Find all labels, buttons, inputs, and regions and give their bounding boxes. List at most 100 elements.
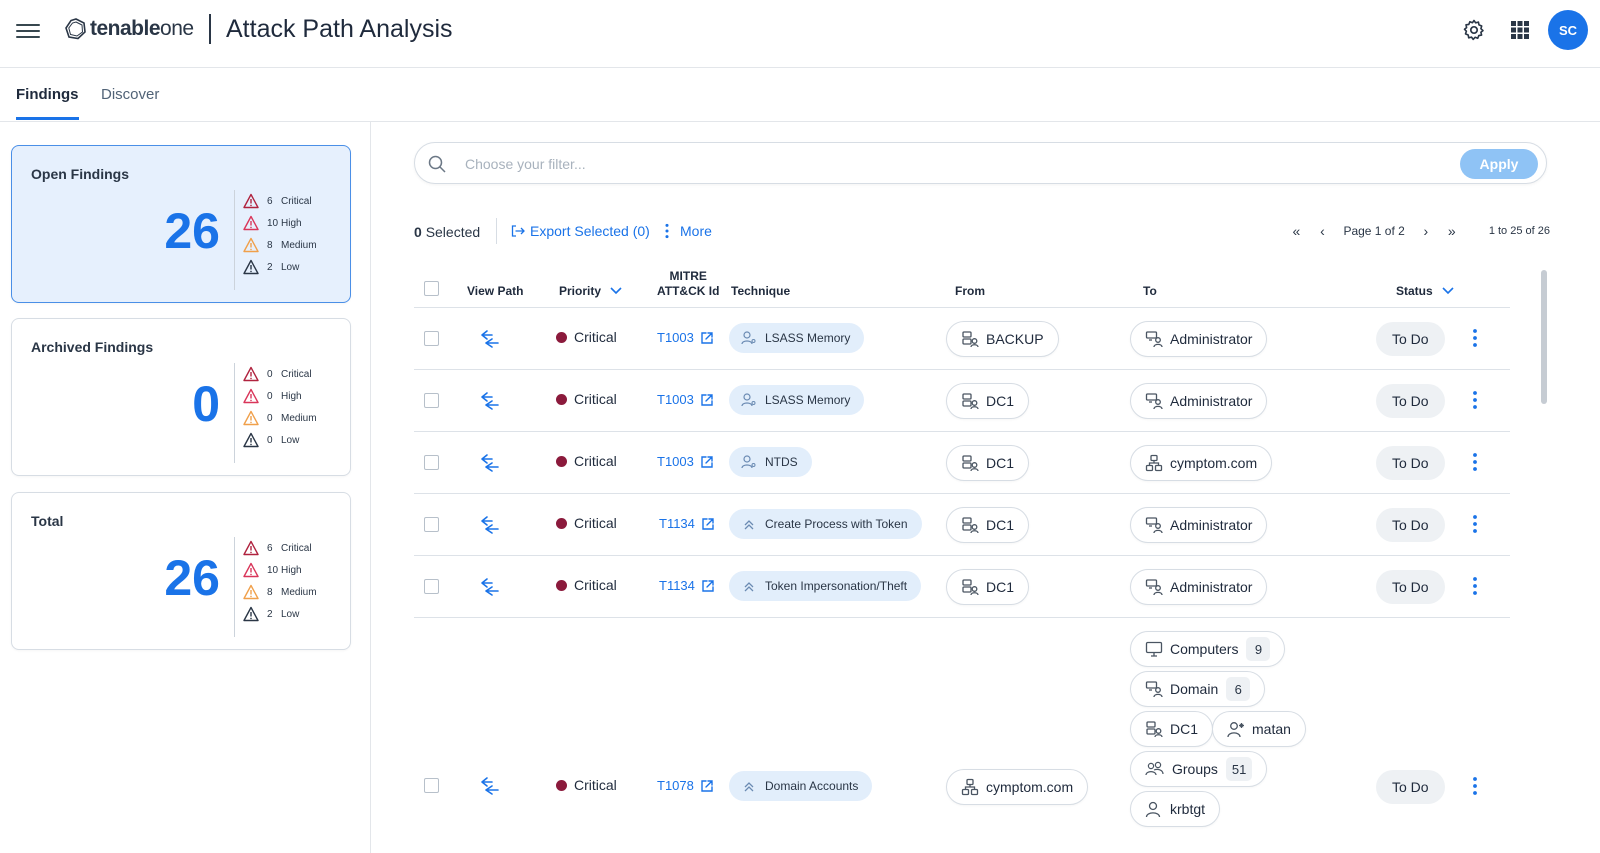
technique-chip[interactable]: NTDS	[729, 447, 812, 477]
apps-grid-icon[interactable]	[1500, 10, 1540, 50]
to-chip[interactable]: Administrator	[1130, 569, 1268, 605]
critical-dot-icon	[556, 517, 567, 529]
from-chip[interactable]: DC1	[946, 445, 1030, 481]
critical-warning-icon	[243, 193, 259, 209]
filter-input[interactable]	[465, 153, 1445, 175]
mitre-link[interactable]: T1134	[659, 578, 715, 593]
tab-findings[interactable]: Findings	[16, 86, 79, 120]
export-selected-button[interactable]: Export Selected (0)	[510, 223, 650, 239]
first-page-icon[interactable]: «	[1283, 223, 1309, 239]
status-badge[interactable]: To Do	[1376, 384, 1445, 418]
apply-button[interactable]: Apply	[1460, 149, 1538, 179]
to-chip-groups[interactable]: Groups 51	[1130, 751, 1268, 787]
mitre-link[interactable]: T1134	[659, 516, 715, 531]
chevron-down-icon	[610, 287, 622, 295]
select-all-checkbox[interactable]	[424, 281, 439, 296]
status-badge[interactable]: To Do	[1376, 508, 1445, 542]
more-button[interactable]: More	[664, 223, 712, 239]
title-divider	[209, 14, 211, 44]
server-user-icon	[1145, 720, 1163, 738]
technique-chip[interactable]: Domain Accounts	[729, 771, 873, 801]
user-avatar[interactable]: SC	[1548, 10, 1588, 50]
view-path-icon[interactable]	[478, 327, 502, 351]
view-path-icon[interactable]	[478, 513, 502, 537]
to-chip-domain[interactable]: Domain 6	[1130, 671, 1266, 707]
priority-cell: Critical	[556, 515, 617, 531]
view-path-icon[interactable]	[478, 451, 502, 475]
technique-chip[interactable]: Token Impersonation/Theft	[729, 571, 922, 601]
to-chip[interactable]: Administrator	[1130, 383, 1268, 419]
from-chip[interactable]: DC1	[946, 569, 1030, 605]
col-status[interactable]: Status	[1396, 284, 1454, 298]
open-findings-card[interactable]: Open Findings 26 6 Critical 10 High 8 Mediu…	[11, 145, 351, 303]
row-actions-icon[interactable]	[1472, 576, 1478, 596]
view-path-icon[interactable]	[478, 389, 502, 413]
row-actions-icon[interactable]	[1472, 776, 1478, 796]
view-path-icon[interactable]	[478, 575, 502, 599]
count-badge: 9	[1246, 637, 1271, 661]
external-link-icon	[700, 393, 714, 407]
from-chip[interactable]: cymptom.com	[946, 769, 1089, 805]
low-warning-icon	[243, 606, 259, 622]
mitre-link[interactable]: T1003	[657, 454, 714, 469]
mitre-link[interactable]: T1003	[657, 392, 714, 407]
archived-findings-card[interactable]: Archived Findings 0 0 Critical 0 High 0 Med…	[11, 318, 351, 476]
row-checkbox[interactable]	[424, 455, 439, 470]
last-page-icon[interactable]: »	[1439, 223, 1465, 239]
from-chip[interactable]: BACKUP	[946, 321, 1059, 357]
row-checkbox[interactable]	[424, 331, 439, 346]
to-chip-krbtgt[interactable]: krbtgt	[1130, 791, 1221, 827]
from-chip[interactable]: DC1	[946, 383, 1030, 419]
col-from: From	[955, 284, 985, 298]
monitor-icon	[1145, 640, 1163, 658]
mitre-link[interactable]: T1078	[657, 778, 714, 793]
table-row[interactable]: Critical T1003 NTDS DC1 cymptom.com To D…	[414, 432, 1510, 494]
to-chip-dc1[interactable]: DC1	[1130, 711, 1214, 747]
technique-chip[interactable]: LSASS Memory	[729, 323, 865, 353]
to-chip[interactable]: Administrator	[1130, 507, 1268, 543]
server-user-icon	[961, 392, 979, 410]
chevrons-up-icon	[741, 516, 757, 532]
table-row[interactable]: Critical T1078 Domain Accounts cymptom.c…	[414, 618, 1510, 848]
status-badge[interactable]: To Do	[1376, 570, 1445, 604]
tab-discover[interactable]: Discover	[101, 86, 159, 117]
to-chip[interactable]: cymptom.com	[1130, 445, 1273, 481]
from-chip[interactable]: DC1	[946, 507, 1030, 543]
to-chip[interactable]: Administrator	[1130, 321, 1268, 357]
to-chip-matan[interactable]: matan	[1212, 711, 1306, 747]
technique-chip[interactable]: Create Process with Token	[729, 509, 922, 539]
status-badge[interactable]: To Do	[1376, 446, 1445, 480]
row-checkbox[interactable]	[424, 393, 439, 408]
table-row[interactable]: Critical T1134 Create Process with Token…	[414, 494, 1510, 556]
low-warning-icon	[243, 259, 259, 275]
col-technique: Technique	[731, 284, 791, 298]
vertical-scrollbar[interactable]	[1541, 270, 1547, 404]
row-checkbox[interactable]	[424, 579, 439, 594]
top-bar: tenable one Attack Path Analysis SC	[0, 0, 1600, 68]
to-chip-computers[interactable]: Computers 9	[1130, 631, 1286, 667]
view-path-icon[interactable]	[478, 774, 502, 798]
filter-bar: Apply	[414, 142, 1547, 184]
mitre-link[interactable]: T1003	[657, 330, 714, 345]
settings-gear-icon[interactable]	[1454, 10, 1494, 50]
prev-page-icon[interactable]: ‹	[1309, 223, 1335, 239]
technique-chip[interactable]: LSASS Memory	[729, 385, 865, 415]
row-actions-icon[interactable]	[1472, 328, 1478, 348]
table-row[interactable]: Critical T1134 Token Impersonation/Theft…	[414, 556, 1510, 618]
menu-icon[interactable]	[16, 20, 40, 40]
row-actions-icon[interactable]	[1472, 390, 1478, 410]
table-row[interactable]: Critical T1003 LSASS Memory BACKUP Admin…	[414, 308, 1510, 370]
row-checkbox[interactable]	[424, 778, 439, 793]
critical-dot-icon	[556, 455, 567, 467]
status-badge[interactable]: To Do	[1376, 322, 1445, 356]
row-checkbox[interactable]	[424, 517, 439, 532]
row-actions-icon[interactable]	[1472, 514, 1478, 534]
high-warning-icon	[243, 562, 259, 578]
row-actions-icon[interactable]	[1472, 452, 1478, 472]
col-priority[interactable]: Priority	[559, 284, 622, 298]
external-link-icon	[700, 331, 714, 345]
next-page-icon[interactable]: ›	[1413, 223, 1439, 239]
table-row[interactable]: Critical T1003 LSASS Memory DC1 Administ…	[414, 370, 1510, 432]
total-findings-card[interactable]: Total 26 6 Critical 10 High 8 Medium 2 Low	[11, 492, 351, 650]
status-badge[interactable]: To Do	[1376, 770, 1445, 804]
